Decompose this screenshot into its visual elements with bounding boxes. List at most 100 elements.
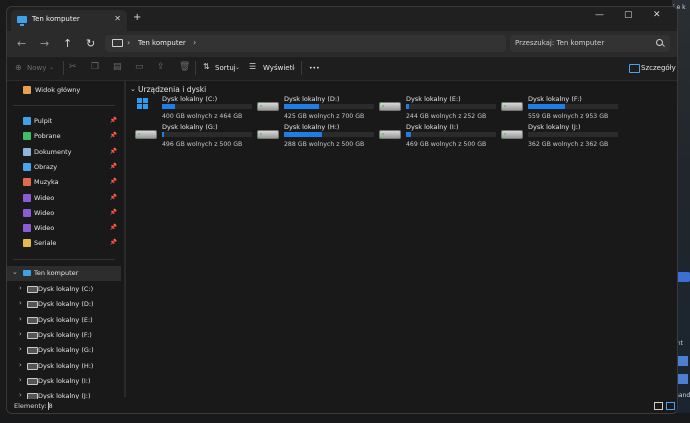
drive-icon	[27, 377, 38, 385]
drive-usage-bar	[406, 132, 496, 137]
video-icon	[23, 208, 31, 217]
chevron-right-icon[interactable]: ›	[19, 284, 22, 292]
drive-usage-bar	[162, 132, 252, 137]
sidebar-item-wideo[interactable]: Wideo 📌	[7, 206, 121, 221]
drive-name: Dysk lokalny (G:)	[162, 123, 218, 131]
search-icon[interactable]	[656, 39, 663, 46]
chevron-right-icon[interactable]: ›	[19, 345, 22, 353]
sidebar-item-label: Dysk lokalny (C:)	[38, 285, 94, 293]
sidebar-item-obrazy[interactable]: Obrazy 📌	[7, 160, 121, 175]
address-bar[interactable]: › Ten komputer ›	[105, 35, 506, 52]
delete-icon[interactable]: 🗑	[179, 62, 190, 72]
drive-usage-bar	[162, 104, 252, 109]
sidebar-item-pulpit[interactable]: Pulpit 📌	[7, 114, 121, 129]
close-button[interactable]: ✕	[653, 10, 661, 20]
sidebar-scrollbar[interactable]	[124, 81, 126, 397]
rename-icon[interactable]: ▭	[135, 62, 144, 72]
search-box[interactable]: Przeszukaj: Ten komputer	[510, 35, 670, 52]
view-button[interactable]: Wyświetl	[263, 64, 294, 72]
sidebar-item-seriale[interactable]: Seriale 📌	[7, 236, 121, 251]
chevron-down-icon[interactable]: ⌄	[12, 268, 18, 276]
chevron-right-icon[interactable]: ›	[19, 299, 22, 307]
details-view-icon[interactable]	[654, 402, 663, 410]
drive-free-space: 244 GB wolnych z 252 GB	[406, 113, 487, 120]
computer-icon	[17, 16, 27, 26]
computer-icon	[23, 270, 31, 276]
documents-icon	[23, 147, 31, 156]
sidebar-item-wideo[interactable]: Wideo 📌	[7, 221, 121, 236]
minimize-button[interactable]: —	[595, 10, 604, 20]
file-explorer-window: Ten komputer ✕ + — ▢ ✕ ← → ↑ ↻ › Ten kom…	[6, 6, 678, 414]
sidebar-item-drive[interactable]: › Dysk lokalny (F:)	[7, 328, 121, 343]
search-input[interactable]: Przeszukaj: Ten komputer	[515, 39, 604, 47]
pin-icon[interactable]: 📌	[110, 178, 117, 185]
drive-free-space: 400 GB wolnych z 464 GB	[162, 113, 243, 120]
sidebar-item-pobrane[interactable]: Pobrane 📌	[7, 129, 121, 144]
sort-button[interactable]: Sortuj	[215, 64, 236, 72]
pictures-icon	[23, 162, 31, 171]
sidebar-item-drive[interactable]: › Dysk lokalny (C:)	[7, 282, 121, 297]
share-icon[interactable]: ⇪	[157, 62, 165, 72]
pin-icon[interactable]: 📌	[110, 132, 117, 139]
windows-drive-icon	[137, 98, 149, 110]
breadcrumb-this-pc[interactable]: Ten komputer	[138, 39, 186, 47]
pin-icon[interactable]: 📌	[110, 194, 117, 201]
drive-tile[interactable]: Dysk lokalny (J:) 362 GB wolnych z 362 GB	[501, 123, 619, 159]
drive-name: Dysk lokalny (F:)	[528, 95, 582, 103]
maximize-button[interactable]: ▢	[624, 10, 633, 20]
toolbar-separator	[195, 61, 196, 75]
sidebar-item-drive[interactable]: › Dysk lokalny (E:)	[7, 313, 121, 328]
details-button[interactable]: Szczegóły	[641, 64, 676, 72]
navigation-pane: Widok główny Pulpit 📌 Pobrane 📌 Dokumenty 📌 Ob…	[7, 81, 121, 401]
drive-tile[interactable]: Dysk lokalny (G:) 496 GB wolnych z 500 GB	[135, 123, 253, 159]
pin-icon[interactable]: 📌	[110, 224, 117, 231]
sidebar-item-drive[interactable]: › Dysk lokalny (D:)	[7, 297, 121, 312]
drive-tile[interactable]: Dysk lokalny (H:) 288 GB wolnych z 500 GB	[257, 123, 375, 159]
sidebar-item-drive[interactable]: › Dysk lokalny (I:)	[7, 374, 121, 389]
sidebar-item-drive[interactable]: › Dysk lokalny (H:)	[7, 359, 121, 374]
more-options-button[interactable]: •••	[309, 65, 320, 72]
sidebar-item-dokumenty[interactable]: Dokumenty 📌	[7, 145, 121, 160]
back-button[interactable]: ←	[17, 37, 26, 50]
up-button[interactable]: ↑	[63, 37, 72, 50]
sidebar-item-wideo[interactable]: Wideo 📌	[7, 191, 121, 206]
chevron-right-icon[interactable]: ›	[19, 315, 22, 323]
sidebar-item-muzyka[interactable]: Muzyka 📌	[7, 175, 121, 190]
breadcrumb-chevron-icon[interactable]: ›	[193, 38, 196, 47]
tiles-view-icon[interactable]	[666, 402, 675, 410]
sidebar-item-home[interactable]: Widok główny	[7, 83, 121, 98]
sidebar-item-drive[interactable]: › Dysk lokalny (G:)	[7, 343, 121, 358]
hard-drive-icon	[379, 102, 401, 111]
folder-icon	[23, 239, 31, 248]
forward-button[interactable]: →	[40, 37, 49, 50]
pin-icon[interactable]: 📌	[110, 209, 117, 216]
tab-close-icon[interactable]: ✕	[114, 14, 121, 23]
chevron-right-icon[interactable]: ›	[19, 361, 22, 369]
new-tab-button[interactable]: +	[133, 12, 141, 23]
chevron-down-icon[interactable]: ⌄	[130, 85, 136, 93]
pin-icon[interactable]: 📌	[110, 163, 117, 170]
copy-icon[interactable]: ❐	[91, 62, 99, 72]
drive-usage-fill	[406, 104, 409, 109]
view-icon: ☰	[249, 62, 257, 71]
pin-icon[interactable]: 📌	[110, 148, 117, 155]
group-header-devices[interactable]: Urządzenia i dyski	[138, 85, 206, 94]
tab-this-pc[interactable]: Ten komputer ✕	[11, 10, 127, 31]
new-button[interactable]: Nowy	[27, 64, 46, 72]
sidebar-item-this-pc[interactable]: ⌄ Ten komputer	[7, 266, 121, 281]
chevron-right-icon[interactable]: ›	[19, 376, 22, 384]
drive-tile[interactable]: Dysk lokalny (I:) 469 GB wolnych z 500 GB	[379, 123, 497, 159]
pin-icon[interactable]: 📌	[110, 239, 117, 246]
breadcrumb-chevron-icon[interactable]: ›	[127, 38, 130, 47]
title-bar: Ten komputer ✕ + — ▢ ✕	[7, 7, 677, 31]
chevron-right-icon[interactable]: ›	[19, 330, 22, 338]
chevron-right-icon[interactable]: ›	[19, 391, 22, 399]
refresh-button[interactable]: ↻	[86, 37, 95, 50]
home-icon	[23, 86, 31, 94]
drive-icon	[27, 301, 38, 309]
drive-name: Dysk lokalny (C:)	[162, 95, 218, 103]
pin-icon[interactable]: 📌	[110, 117, 117, 124]
paste-icon[interactable]: ▤	[113, 62, 122, 72]
hard-drive-icon	[379, 130, 401, 139]
cut-icon[interactable]: ✂	[69, 62, 77, 72]
